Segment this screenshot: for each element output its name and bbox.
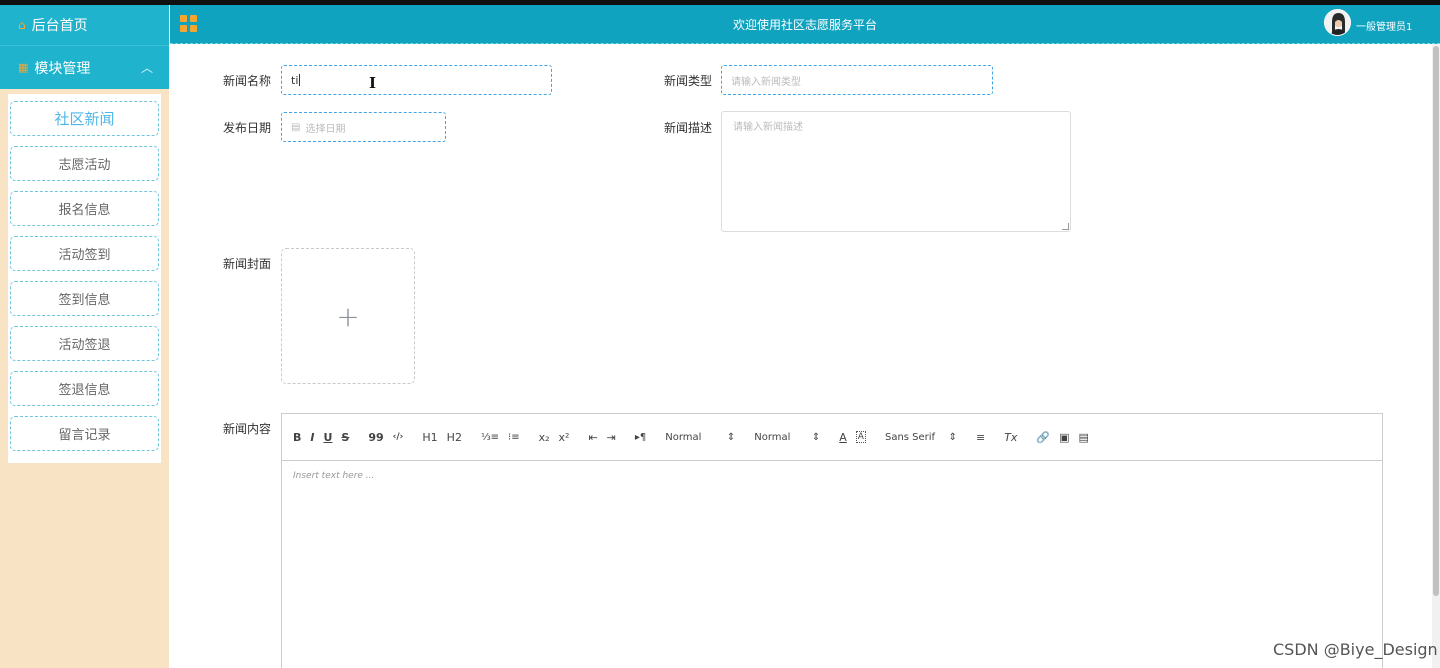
page-title: 欢迎使用社区志愿服务平台	[732, 18, 877, 32]
header1-button[interactable]: H1	[422, 428, 437, 446]
sidebar-item-messages[interactable]: 留言记录	[10, 416, 159, 451]
sidebar-item-news[interactable]: 社区新闻	[10, 101, 159, 136]
module-icon: ▦	[18, 61, 29, 74]
image-icon[interactable]: ▣	[1059, 428, 1069, 446]
superscript-button[interactable]: x²	[559, 428, 570, 446]
plus-icon: +	[336, 299, 360, 333]
sidebar-item-checkout-info[interactable]: 签退信息	[10, 371, 159, 406]
sidebar-item-checkin[interactable]: 活动签到	[10, 236, 159, 271]
editor-toolbar: B I U S 99 ‹/› H1 H2 ⅓≡ ⁝≡ x₂ x² ⇤ ⇥ ▸¶ …	[282, 414, 1382, 461]
code-block-button[interactable]: ‹/›	[393, 428, 404, 446]
bullet-list-button[interactable]: ⁝≡	[508, 428, 520, 446]
publish-date-picker[interactable]: ▤ 选择日期	[281, 112, 446, 142]
bold-button[interactable]: B	[293, 428, 301, 446]
header2-button[interactable]: H2	[447, 428, 462, 446]
news-cover-label: 新闻封面	[222, 257, 271, 271]
user-name[interactable]: 一般管理员1	[1356, 18, 1412, 33]
sidebar-item-checkout[interactable]: 活动签退	[10, 326, 159, 361]
strike-button[interactable]: S	[341, 428, 349, 446]
clean-format-button[interactable]: Tx	[1004, 428, 1017, 446]
select-arrows-icon: ⇕	[811, 431, 821, 443]
header-select[interactable]: Normal ⇕	[754, 428, 820, 446]
news-type-label: 新闻类型	[663, 74, 712, 88]
page-scrollbar[interactable]	[1432, 44, 1440, 668]
indent-button[interactable]: ⇥	[607, 428, 616, 446]
link-icon[interactable]: 🔗	[1036, 428, 1050, 446]
video-icon[interactable]: ▤	[1079, 428, 1089, 446]
background-color-button[interactable]: A	[855, 431, 866, 443]
chevron-up-icon: ︿	[140, 61, 153, 75]
subscript-button[interactable]: x₂	[539, 428, 550, 446]
rich-text-editor: B I U S 99 ‹/› H1 H2 ⅓≡ ⁝≡ x₂ x² ⇤ ⇥ ▸¶ …	[281, 413, 1383, 668]
news-form: 新闻名称 ti I 新闻类型 请输入新闻类型 发布日期 ▤ 选择日期 新闻描述 …	[170, 44, 1430, 668]
calendar-icon: ▤	[291, 121, 301, 133]
text-color-button[interactable]: A	[839, 428, 847, 446]
avatar[interactable]	[1324, 9, 1351, 36]
size-select[interactable]: Normal ⇕	[665, 428, 735, 446]
text-direction-button[interactable]: ▸¶	[635, 428, 646, 446]
publish-date-label: 发布日期	[222, 121, 271, 135]
select-arrows-icon: ⇕	[726, 431, 736, 443]
outdent-button[interactable]: ⇤	[588, 428, 597, 446]
text-cursor-icon: I	[369, 74, 377, 92]
news-name-label: 新闻名称	[222, 74, 271, 88]
italic-button[interactable]: I	[310, 428, 314, 446]
sidebar-home[interactable]: ⌂ 后台首页	[0, 5, 169, 45]
top-header: 欢迎使用社区志愿服务平台 一般管理员1	[170, 5, 1440, 44]
sidebar-submenu: 社区新闻 志愿活动 报名信息 活动签到 签到信息 活动签退 签退信息 留言记录	[8, 94, 161, 463]
sidebar-home-label: 后台首页	[31, 18, 88, 34]
underline-button[interactable]: U	[323, 428, 332, 446]
sidebar-item-registration[interactable]: 报名信息	[10, 191, 159, 226]
news-name-input[interactable]: ti	[281, 65, 552, 95]
news-content-label: 新闻内容	[222, 422, 271, 436]
scrollbar-thumb[interactable]	[1433, 46, 1439, 596]
select-arrows-icon: ⇕	[948, 431, 957, 443]
resize-grip-icon[interactable]	[1062, 223, 1069, 230]
news-desc-textarea[interactable]: 请输入新闻描述	[721, 111, 1071, 232]
ordered-list-button[interactable]: ⅓≡	[481, 428, 499, 446]
sidebar: ⌂ 后台首页 ▦ 模块管理 ︿ 社区新闻 志愿活动 报名信息 活动签到 签到信息…	[0, 5, 169, 668]
font-select[interactable]: Sans Serif ⇕	[885, 428, 957, 446]
sidebar-item-volunteer-activity[interactable]: 志愿活动	[10, 146, 159, 181]
news-desc-label: 新闻描述	[663, 121, 712, 135]
editor-body[interactable]: Insert text here ...	[282, 461, 1382, 491]
sidebar-item-checkin-info[interactable]: 签到信息	[10, 281, 159, 316]
align-button[interactable]: ≡	[976, 428, 985, 446]
sidebar-module-label: 模块管理	[34, 60, 91, 77]
blockquote-button[interactable]: 99	[368, 428, 383, 446]
news-type-input[interactable]: 请输入新闻类型	[721, 65, 993, 95]
sidebar-module-menu[interactable]: ▦ 模块管理 ︿	[0, 45, 169, 89]
cover-upload[interactable]: +	[281, 248, 415, 384]
home-icon: ⌂	[18, 18, 26, 32]
watermark: CSDN @Biye_Design	[1273, 640, 1438, 659]
